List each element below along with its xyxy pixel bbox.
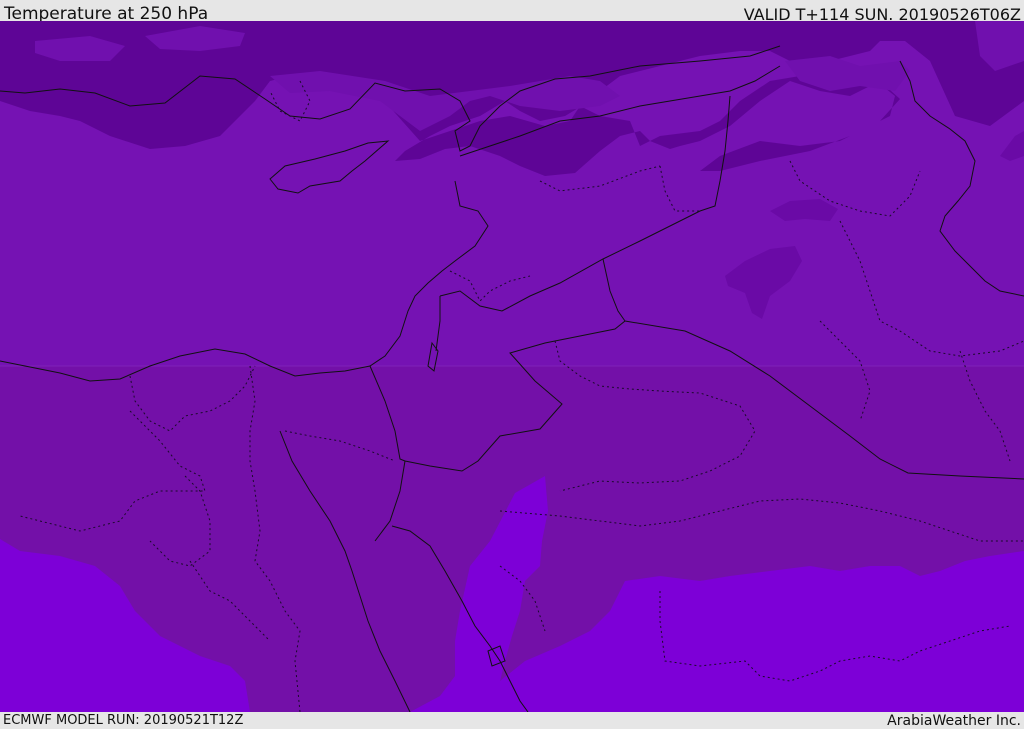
credit-label: ArabiaWeather Inc.	[887, 713, 1021, 729]
model-run-label: ECMWF MODEL RUN: 20190521T12Z	[3, 713, 244, 728]
header-bar: Temperature at 250 hPa VALID T+114 SUN. …	[0, 0, 1024, 24]
temperature-map-svg	[0, 21, 1024, 712]
footer-bar: ECMWF MODEL RUN: 20190521T12Z ArabiaWeat…	[0, 712, 1024, 729]
weather-map[interactable]	[0, 21, 1024, 712]
